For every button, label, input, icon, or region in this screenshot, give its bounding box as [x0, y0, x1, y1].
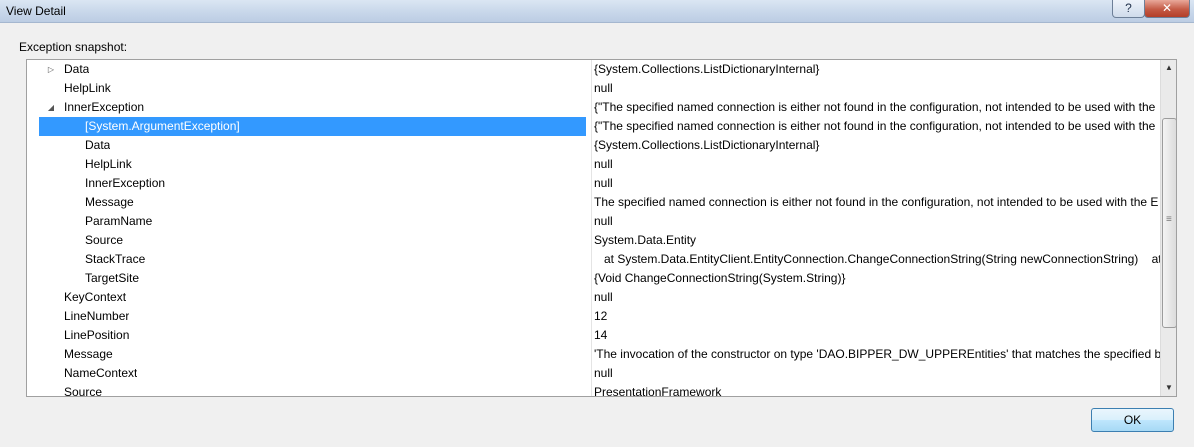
property-value: PresentationFramework [591, 383, 1160, 396]
ok-button[interactable]: OK [1091, 408, 1174, 432]
property-row-inner-helplink[interactable]: HelpLink null [27, 155, 1160, 174]
property-value: null [591, 212, 1160, 231]
exception-snapshot-label: Exception snapshot: [19, 40, 128, 54]
help-button[interactable]: ? [1112, 0, 1145, 18]
property-row-message[interactable]: Message 'The invocation of the construct… [27, 345, 1160, 364]
title-bar: View Detail ? ✕ [0, 0, 1194, 23]
property-value: The specified named connection is either… [591, 193, 1160, 212]
property-row-inner-innerexception[interactable]: InnerException null [27, 174, 1160, 193]
property-row-helplink[interactable]: HelpLink null [27, 79, 1160, 98]
property-name: LineNumber [64, 309, 130, 323]
property-name: KeyContext [64, 290, 127, 304]
property-name: Data [64, 62, 90, 76]
property-value: null [591, 288, 1160, 307]
property-row-innerexception[interactable]: ◢ InnerException {"The specified named c… [27, 98, 1160, 117]
close-button[interactable]: ✕ [1144, 0, 1190, 18]
property-row-argumentexception-selected[interactable]: [System.ArgumentException] {"The specifi… [27, 117, 1160, 136]
scrollbar-thumb[interactable]: ≡ [1162, 118, 1176, 328]
window-title: View Detail [6, 4, 66, 18]
property-name: StackTrace [85, 252, 146, 266]
property-value: null [591, 174, 1160, 193]
property-name: TargetSite [85, 271, 140, 285]
property-row-inner-data[interactable]: Data {System.Collections.ListDictionaryI… [27, 136, 1160, 155]
property-row-inner-message[interactable]: Message The specified named connection i… [27, 193, 1160, 212]
property-value: 'The invocation of the constructor on ty… [591, 345, 1160, 364]
property-name: Message [64, 347, 113, 361]
property-name: Source [85, 233, 124, 247]
property-row-source[interactable]: Source PresentationFramework [27, 383, 1160, 397]
property-row-linenumber[interactable]: LineNumber 12 [27, 307, 1160, 326]
property-name: Source [64, 385, 103, 397]
property-value: null [591, 364, 1160, 383]
collapse-triangle-icon[interactable]: ◢ [45, 98, 57, 117]
property-name: InnerException [64, 100, 145, 114]
property-row-keycontext[interactable]: KeyContext null [27, 288, 1160, 307]
scroll-down-arrow-icon[interactable]: ▼ [1161, 380, 1176, 396]
property-value: 14 [591, 326, 1160, 345]
property-row-inner-source[interactable]: Source System.Data.Entity [27, 231, 1160, 250]
property-value: {Void ChangeConnectionString(System.Stri… [591, 269, 1160, 288]
property-row-inner-stacktrace[interactable]: StackTrace at System.Data.EntityClient.E… [27, 250, 1160, 269]
property-row-namecontext[interactable]: NameContext null [27, 364, 1160, 383]
property-name: HelpLink [85, 157, 132, 171]
property-value: {"The specified named connection is eith… [591, 117, 1160, 136]
grip-icon: ≡ [1166, 214, 1172, 225]
property-value: at System.Data.EntityClient.EntityConnec… [591, 250, 1160, 269]
property-value: null [591, 155, 1160, 174]
property-value: {"The specified named connection is eith… [591, 98, 1160, 117]
property-name: InnerException [85, 176, 166, 190]
property-name: NameContext [64, 366, 138, 380]
property-name: ParamName [85, 214, 153, 228]
property-row-lineposition[interactable]: LinePosition 14 [27, 326, 1160, 345]
property-row-inner-targetsite[interactable]: TargetSite {Void ChangeConnectionString(… [27, 269, 1160, 288]
property-value: null [591, 79, 1160, 98]
scroll-up-arrow-icon[interactable]: ▲ [1161, 60, 1176, 76]
vertical-scrollbar[interactable]: ▲ ≡ ▼ [1160, 60, 1176, 396]
property-value: System.Data.Entity [591, 231, 1160, 250]
property-row-data[interactable]: ▷ Data {System.Collections.ListDictionar… [27, 60, 1160, 79]
property-row-inner-paramname[interactable]: ParamName null [27, 212, 1160, 231]
property-value: {System.Collections.ListDictionaryIntern… [591, 136, 1160, 155]
expand-triangle-icon[interactable]: ▷ [45, 60, 57, 79]
property-name: HelpLink [64, 81, 111, 95]
property-value: 12 [591, 307, 1160, 326]
property-name: Message [85, 195, 134, 209]
property-name: Data [85, 138, 111, 152]
property-value: {System.Collections.ListDictionaryIntern… [591, 60, 1160, 79]
property-name: [System.ArgumentException] [85, 119, 240, 133]
property-name: LinePosition [64, 328, 130, 342]
exception-property-grid[interactable]: ▷ Data {System.Collections.ListDictionar… [26, 59, 1177, 397]
